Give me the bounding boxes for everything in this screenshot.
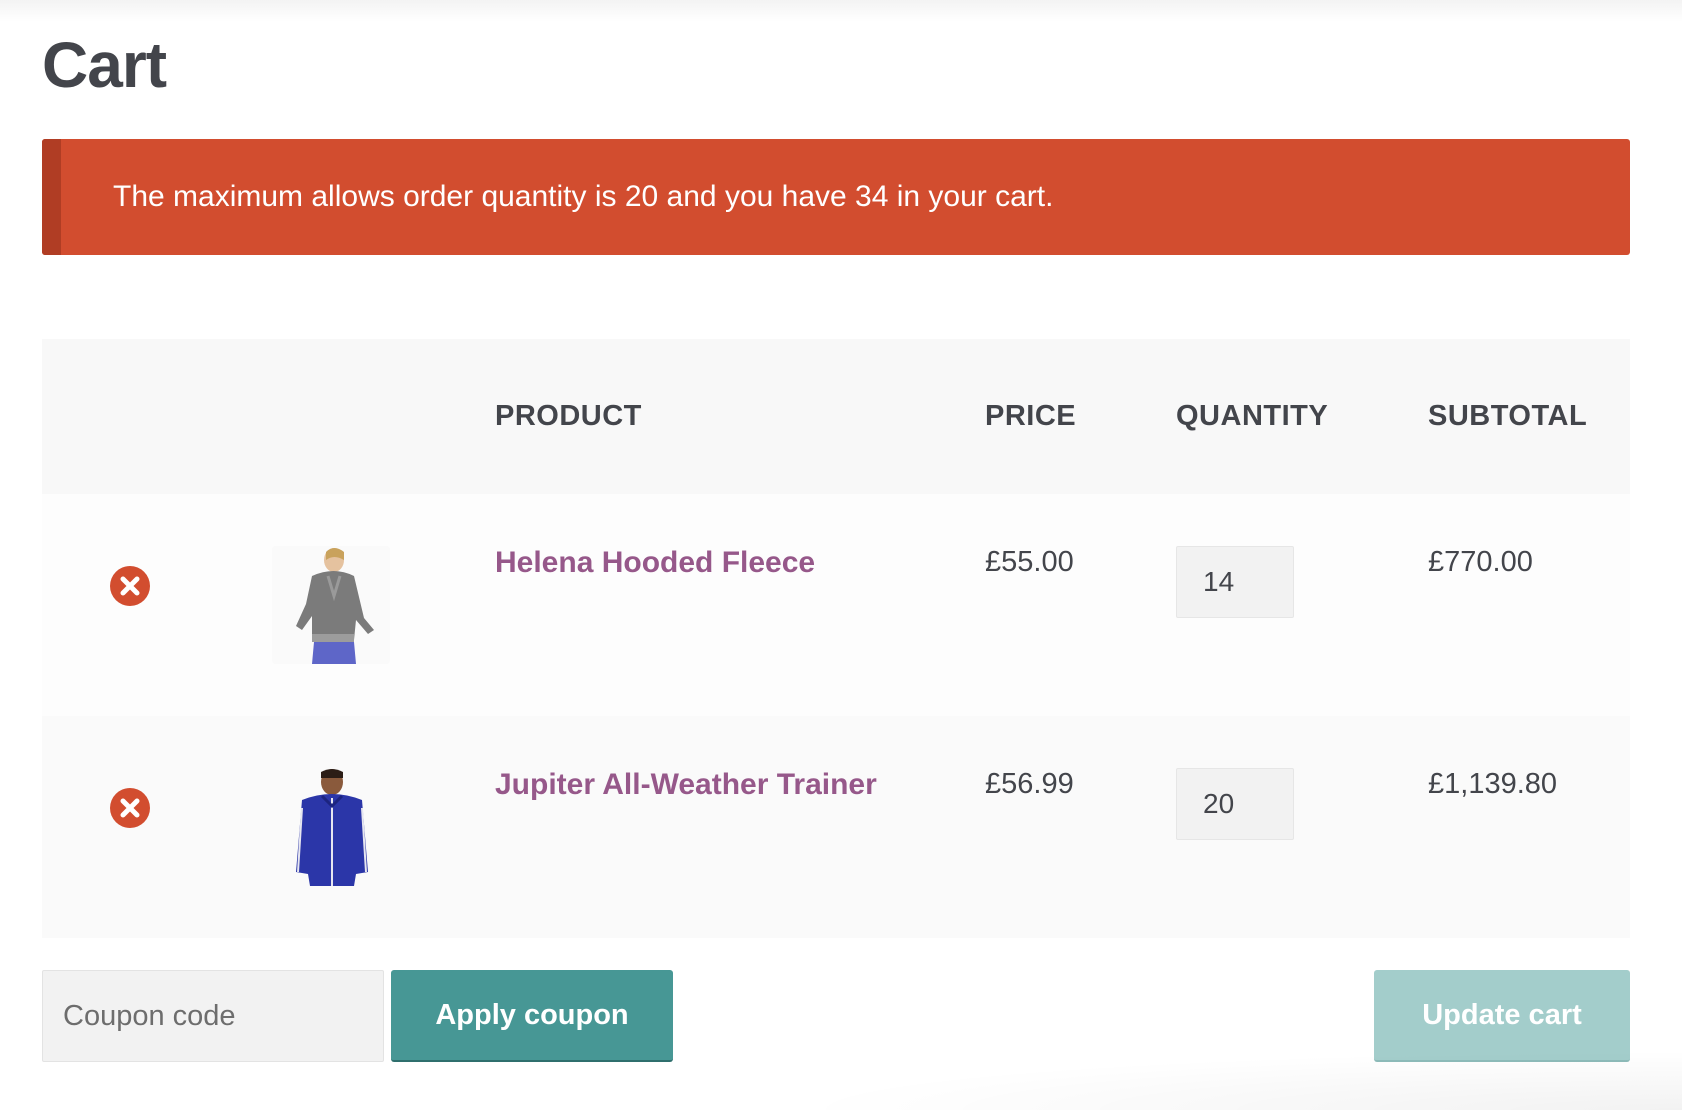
product-price: £56.99 bbox=[985, 768, 1074, 800]
remove-item-icon[interactable] bbox=[110, 788, 150, 828]
apply-coupon-button[interactable]: Apply coupon bbox=[391, 970, 673, 1062]
table-header: PRODUCT PRICE QUANTITY SUBTOTAL bbox=[42, 339, 1630, 494]
coupon-code-input[interactable] bbox=[42, 970, 384, 1062]
table-row: Jupiter All-Weather Trainer £56.99 £1,13… bbox=[42, 716, 1630, 938]
error-notice: The maximum allows order quantity is 20 … bbox=[42, 139, 1630, 255]
product-subtotal: £1,139.80 bbox=[1428, 768, 1558, 800]
page-title: Cart bbox=[42, 29, 167, 101]
header-shadow bbox=[0, 0, 1682, 22]
product-price: £55.00 bbox=[985, 546, 1074, 578]
product-thumbnail[interactable] bbox=[272, 546, 390, 664]
product-link[interactable]: Jupiter All-Weather Trainer bbox=[495, 768, 877, 802]
notice-accent-bar bbox=[42, 139, 61, 255]
cart-table: PRODUCT PRICE QUANTITY SUBTOTAL Helena H… bbox=[42, 339, 1630, 938]
quantity-input[interactable] bbox=[1176, 546, 1294, 618]
header-product: PRODUCT bbox=[495, 400, 642, 432]
table-row: Helena Hooded Fleece £55.00 £770.00 bbox=[42, 494, 1630, 716]
quantity-input[interactable] bbox=[1176, 768, 1294, 840]
header-subtotal: SUBTOTAL bbox=[1428, 400, 1588, 432]
update-cart-button[interactable]: Update cart bbox=[1374, 970, 1630, 1062]
header-price: PRICE bbox=[985, 400, 1077, 432]
notice-message: The maximum allows order quantity is 20 … bbox=[113, 180, 1054, 213]
product-link[interactable]: Helena Hooded Fleece bbox=[495, 546, 815, 580]
product-thumbnail[interactable] bbox=[272, 768, 390, 886]
header-quantity: QUANTITY bbox=[1176, 400, 1329, 432]
remove-item-icon[interactable] bbox=[110, 566, 150, 606]
product-subtotal: £770.00 bbox=[1428, 546, 1533, 578]
